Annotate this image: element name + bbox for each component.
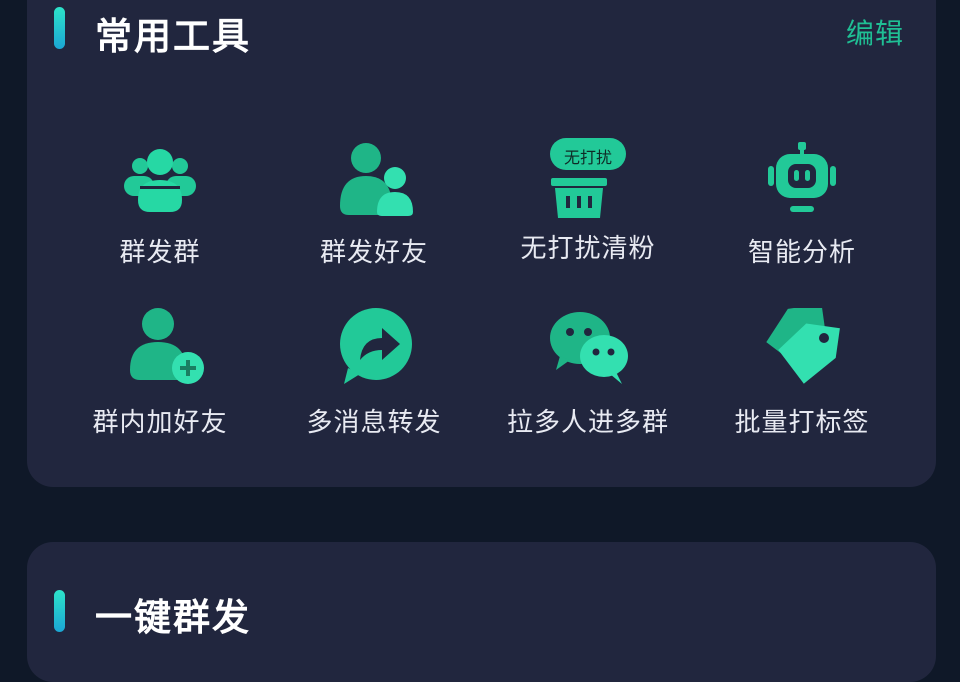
section-accent-bar	[54, 590, 65, 632]
tool-label: 群发群	[119, 238, 201, 268]
section-title-broadcast: 一键群发	[95, 596, 251, 639]
tool-smart-analysis[interactable]: 智能分析	[702, 142, 902, 269]
tool-label: 群内加好友	[92, 408, 228, 438]
wechat-chat-icon	[550, 312, 628, 384]
tool-pull-into-groups[interactable]: 拉多人进多群	[488, 308, 688, 439]
add-friend-icon	[130, 308, 204, 384]
tool-group-broadcast[interactable]: 群发群	[60, 142, 260, 269]
robot-icon	[768, 142, 836, 212]
tool-forward-message[interactable]: 多消息转发	[274, 308, 474, 439]
tool-label: 拉多人进多群	[506, 408, 669, 438]
tool-quiet-clean[interactable]: 无打扰 无打扰清粉	[488, 138, 688, 265]
tool-label: 智能分析	[747, 238, 856, 268]
tool-batch-tag[interactable]: 批量打标签	[702, 308, 902, 439]
tool-label: 无打扰清粉	[520, 234, 656, 264]
section-accent-bar	[54, 7, 65, 49]
edit-button[interactable]: 编辑	[846, 12, 904, 52]
tool-label: 多消息转发	[306, 408, 442, 438]
group-broadcast-icon	[124, 149, 196, 212]
quiet-clean-icon: 无打扰	[538, 138, 638, 218]
quiet-badge: 无打扰	[563, 148, 612, 167]
tool-friends-broadcast[interactable]: 群发好友	[274, 142, 474, 269]
friends-broadcast-icon	[340, 143, 413, 216]
tool-label: 批量打标签	[734, 408, 870, 438]
section-title-tools: 常用工具	[95, 15, 251, 58]
tool-label: 群发好友	[319, 238, 428, 268]
tag-icon	[766, 308, 840, 384]
tool-add-friend-in-group[interactable]: 群内加好友	[60, 308, 260, 439]
forward-message-icon	[340, 308, 412, 384]
